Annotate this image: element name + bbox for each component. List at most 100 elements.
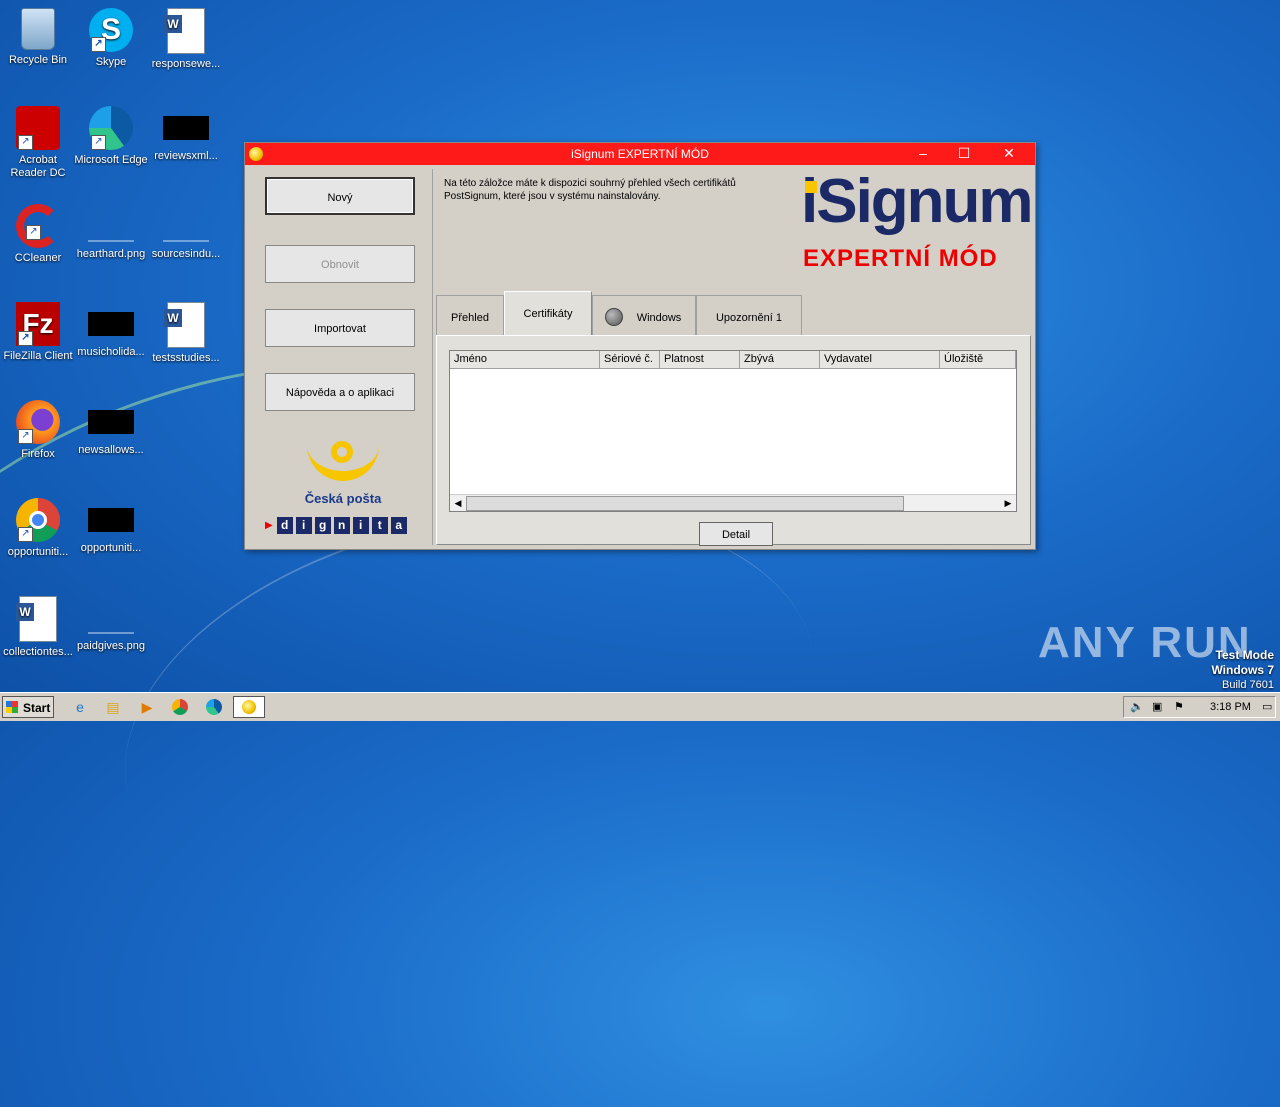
desktop-icon-label: paidgives.png bbox=[77, 640, 145, 652]
tab-windows[interactable]: Windows bbox=[592, 295, 696, 335]
mode-label: EXPERTNÍ MÓD bbox=[803, 245, 998, 272]
shortcut-arrow-icon: ↗ bbox=[91, 135, 106, 150]
desktop-icon-label: opportuniti...opportuniti... bbox=[73, 542, 149, 555]
word-document-icon: W bbox=[16, 596, 57, 642]
left-pane: Nový Obnovit Importovat Nápověda a o apl… bbox=[248, 169, 433, 545]
desktop-icon-recycle-bin[interactable]: Recycle Bin bbox=[0, 8, 76, 67]
shortcut-arrow-icon: ↗ bbox=[18, 527, 33, 542]
column-header-storage[interactable]: Úložiště bbox=[940, 351, 1016, 368]
start-label: Start bbox=[23, 701, 51, 715]
windows-logo-icon bbox=[6, 701, 18, 713]
desktop-icon-paidgives[interactable]: paidgives.png bbox=[73, 596, 149, 653]
scroll-right-icon[interactable]: ▶ bbox=[1000, 495, 1016, 511]
desktop-icon-reviewsxml[interactable]: reviewsxml... bbox=[148, 106, 224, 163]
tab-label: Přehled bbox=[451, 312, 489, 324]
desktop-icon-responsewe[interactable]: W responsewe... bbox=[148, 8, 224, 71]
status-circle-icon bbox=[605, 308, 623, 326]
desktop-icon-skype[interactable]: S ↗ Skype bbox=[73, 8, 149, 69]
volume-icon[interactable]: 🔈 bbox=[1130, 700, 1144, 713]
scrollbar-thumb[interactable] bbox=[466, 496, 904, 511]
tab-warnings[interactable]: Upozornění 1 bbox=[696, 295, 802, 335]
dignita-letter: a bbox=[390, 517, 407, 534]
desktop-icon-edge[interactable]: ↗ Microsoft Edge bbox=[73, 106, 149, 167]
isignum-taskbar-button[interactable] bbox=[233, 696, 265, 718]
dignita-letter: d bbox=[276, 517, 293, 534]
shortcut-arrow-icon: ↗ bbox=[26, 225, 41, 240]
isignum-window: iSignum EXPERTNÍ MÓD – ☐ ✕ Nový Obnovit … bbox=[244, 142, 1036, 550]
tab-label: Windows bbox=[636, 312, 682, 324]
chrome-icon: ↗ bbox=[16, 498, 60, 542]
tab-certificates[interactable]: Certifikáty bbox=[504, 291, 592, 337]
app-icon bbox=[242, 700, 256, 714]
desktop-icon-newsallows[interactable]: newsallows... bbox=[73, 400, 149, 457]
desktop-icon-testsstudies[interactable]: W testsstudies... bbox=[148, 302, 224, 365]
file-thumbnail-icon bbox=[88, 312, 134, 336]
desktop-icon-filezilla[interactable]: Fz ↗ FileZilla Client bbox=[0, 302, 76, 363]
column-header-issuer[interactable]: Vydavatel bbox=[820, 351, 940, 368]
edge-taskbar-icon[interactable] bbox=[204, 697, 224, 717]
maximize-button[interactable]: ☐ bbox=[946, 143, 982, 165]
recycle-bin-icon bbox=[21, 8, 55, 50]
scroll-left-icon[interactable]: ◀ bbox=[450, 495, 466, 511]
dignita-logo: ▶ d i g n i t a bbox=[265, 517, 410, 534]
file-thumbnail-icon bbox=[163, 116, 209, 140]
new-button[interactable]: Nový bbox=[265, 177, 415, 215]
close-button[interactable]: ✕ bbox=[991, 143, 1027, 165]
column-header-name[interactable]: Jméno bbox=[450, 351, 600, 368]
column-header-serial[interactable]: Sériové č. bbox=[600, 351, 660, 368]
title-bar[interactable]: iSignum EXPERTNÍ MÓD – ☐ ✕ bbox=[245, 143, 1035, 165]
desktop-icon-label: Microsoft Edge bbox=[74, 154, 148, 166]
internet-explorer-icon[interactable]: e bbox=[70, 697, 90, 717]
logo-dot-icon bbox=[805, 181, 817, 193]
edge-icon: ↗ bbox=[89, 106, 133, 150]
desktop-icon-chrome[interactable]: ↗ opportuniti... bbox=[0, 498, 76, 559]
start-button[interactable]: Start bbox=[2, 696, 54, 718]
clock[interactable]: 3:18 PM bbox=[1210, 701, 1251, 713]
desktop-icon-label: responsewe... bbox=[151, 58, 221, 70]
desktop-icon-hearthard[interactable]: hearthard.png bbox=[73, 204, 149, 261]
desktop-icon-label: hearthard.png bbox=[76, 248, 146, 260]
desktop-icon-collectiontes[interactable]: W collectiontes... bbox=[0, 596, 76, 659]
desktop-icon-firefox[interactable]: ↗ Firefox bbox=[0, 400, 76, 461]
test-mode-notice: Test Mode Windows 7 Build 7601 bbox=[1211, 648, 1274, 692]
certificate-list[interactable]: Jméno Sériové č. Platnost Zbývá Vydavate… bbox=[449, 350, 1017, 512]
file-thumbnail-icon bbox=[88, 508, 134, 532]
taskbar: Start e ▤ ▶ 🔈 ▣ ⚑ 3:18 PM ▭ bbox=[0, 692, 1280, 721]
shortcut-arrow-icon: ↗ bbox=[18, 429, 33, 444]
right-pane: Na této záložce máte k dispozici souhrný… bbox=[433, 165, 1035, 549]
action-center-flag-icon[interactable]: ⚑ bbox=[1174, 700, 1184, 713]
desktop-icon-opportuniti[interactable]: opportuniti... opportuniti... opportunit… bbox=[73, 498, 149, 555]
chrome-taskbar-icon[interactable] bbox=[170, 697, 190, 717]
network-icon[interactable]: ▣ bbox=[1152, 700, 1162, 713]
show-desktop-icon[interactable]: ▭ bbox=[1262, 700, 1272, 713]
media-player-icon[interactable]: ▶ bbox=[137, 697, 157, 717]
desktop-icon-acrobat[interactable]: ↗ Acrobat Reader DC bbox=[0, 106, 76, 180]
list-header: Jméno Sériové č. Platnost Zbývá Vydavate… bbox=[450, 351, 1016, 369]
desktop-icon-musicholida[interactable]: musicholida... bbox=[73, 302, 149, 359]
dignita-letter: t bbox=[371, 517, 388, 534]
detail-button[interactable]: Detail bbox=[699, 522, 773, 546]
column-header-remaining[interactable]: Zbývá bbox=[740, 351, 820, 368]
desktop-icon-label-text: opportuniti... bbox=[80, 542, 142, 554]
post-horn-icon bbox=[303, 441, 383, 487]
file-explorer-icon[interactable]: ▤ bbox=[103, 697, 123, 717]
refresh-button[interactable]: Obnovit bbox=[265, 245, 415, 283]
file-thumbnail-icon bbox=[88, 632, 134, 634]
file-thumbnail-icon bbox=[163, 240, 209, 242]
desktop-icon-label: testsstudies... bbox=[152, 352, 220, 364]
desktop-icon-label: musicholida... bbox=[77, 346, 145, 358]
horizontal-scrollbar[interactable]: ◀ ▶ bbox=[450, 494, 1016, 511]
desktop-icon-ccleaner[interactable]: ↗ CCleaner bbox=[0, 204, 76, 265]
import-button[interactable]: Importovat bbox=[265, 309, 415, 347]
shortcut-arrow-icon: ↗ bbox=[91, 37, 106, 52]
desktop-icon-sourcesindu[interactable]: sourcesindu... bbox=[148, 204, 224, 261]
isignum-logo: iSignum bbox=[801, 171, 1034, 241]
desktop-icon-label: collectiontes... bbox=[3, 646, 73, 658]
tab-overview[interactable]: Přehled bbox=[436, 295, 504, 335]
test-mode-line: Test Mode bbox=[1215, 648, 1274, 662]
desktop-icon-label: reviewsxml... bbox=[154, 150, 218, 162]
help-button[interactable]: Nápověda a o aplikaci bbox=[265, 373, 415, 411]
desktop-icon-label: newsallows... bbox=[78, 444, 144, 456]
minimize-button[interactable]: – bbox=[905, 143, 941, 165]
column-header-validity[interactable]: Platnost bbox=[660, 351, 740, 368]
